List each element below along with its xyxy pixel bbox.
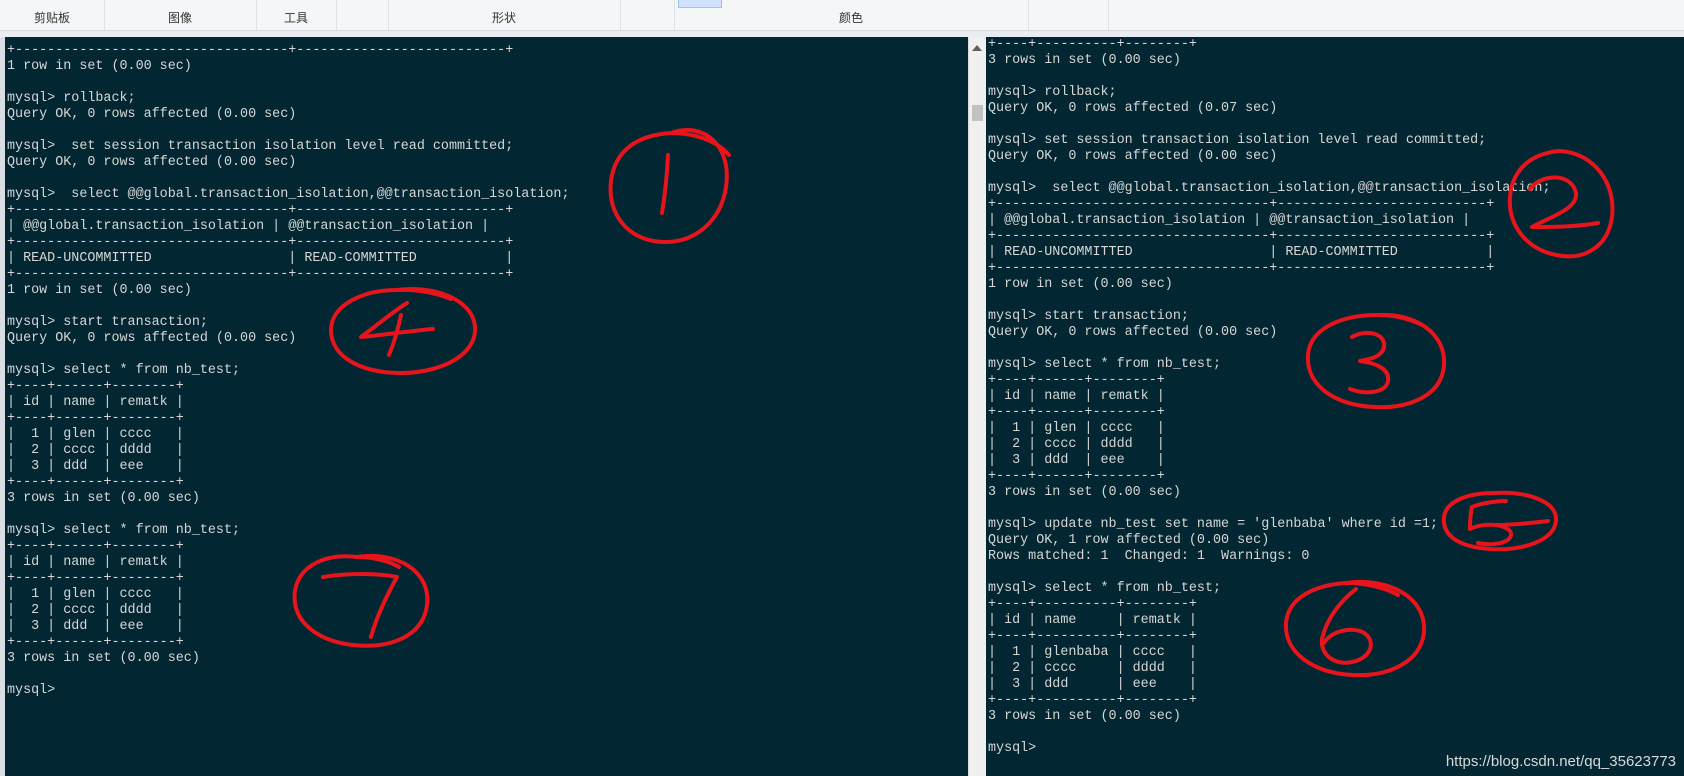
right-mysql-terminal[interactable]: +----+----------+--------+ 3 rows in set… (986, 37, 1684, 776)
scrollbar-thumb[interactable] (972, 105, 983, 121)
annotation-circle-1 (608, 128, 731, 245)
ribbon-separator (620, 0, 621, 30)
ribbon-separator (1028, 0, 1029, 30)
left-terminal-scrollbar[interactable] (968, 37, 986, 776)
right-terminal-output: +----+----------+--------+ 3 rows in set… (988, 37, 1551, 756)
ribbon-separator (1108, 0, 1109, 30)
ribbon-group-shapes[interactable]: 形状 (388, 0, 620, 30)
annotation-digit-1 (660, 153, 670, 215)
ribbon-group-colors[interactable]: 颜色 (674, 0, 1028, 30)
ribbon-group-tools[interactable]: 工具 (256, 0, 336, 30)
ribbon-group-image[interactable]: 图像 (104, 0, 256, 30)
ribbon-toolbar: 剪贴板 图像 工具 形状 颜色 (0, 0, 1684, 31)
scroll-up-arrow-icon[interactable] (972, 45, 982, 51)
left-terminal-output: +----------------------------------+----… (7, 43, 570, 698)
ribbon-separator (336, 0, 337, 30)
watermark-url: https://blog.csdn.net/qq_35623773 (1445, 753, 1676, 770)
left-mysql-terminal[interactable]: +----------------------------------+----… (5, 37, 968, 776)
ribbon-group-clipboard[interactable]: 剪贴板 (0, 0, 104, 30)
